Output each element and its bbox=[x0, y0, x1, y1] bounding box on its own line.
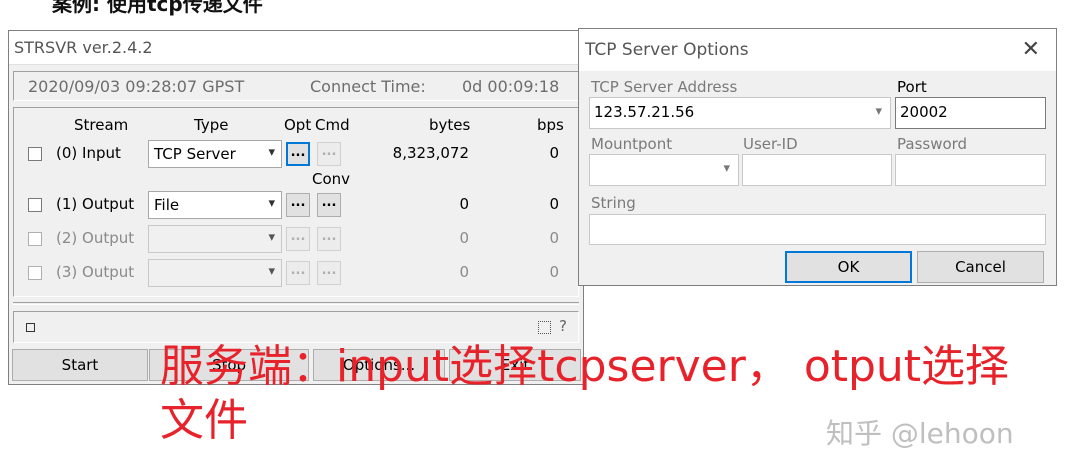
status-bar: 2020/09/03 09:28:07 GPST Connect Time: 0… bbox=[13, 71, 579, 101]
row2-bytes: 0 bbox=[459, 229, 469, 247]
panel-divider bbox=[13, 302, 579, 305]
string-label: String bbox=[591, 194, 636, 212]
row3-type-select[interactable]: ▾ bbox=[148, 259, 282, 287]
row0-type-select[interactable]: TCP Server ▾ bbox=[148, 140, 282, 168]
header-bytes: bytes bbox=[429, 116, 471, 134]
header-bps: bps bbox=[537, 116, 564, 134]
password-label: Password bbox=[897, 135, 968, 153]
close-icon[interactable]: ✕ bbox=[1022, 29, 1040, 71]
row2-checkbox[interactable] bbox=[28, 232, 42, 246]
strsvr-title: STRSVR ver.2.4.2 bbox=[9, 31, 583, 65]
help-icon[interactable]: ? bbox=[559, 317, 567, 335]
row2-type-select[interactable]: ▾ bbox=[148, 225, 282, 253]
row1-label: (1) Output bbox=[56, 195, 135, 213]
ok-button[interactable]: OK bbox=[785, 251, 912, 283]
row2-bps: 0 bbox=[549, 229, 559, 247]
row2-label: (2) Output bbox=[56, 229, 135, 247]
port-label: Port bbox=[897, 78, 927, 96]
row0-bps: 0 bbox=[549, 144, 559, 162]
header-opt: Opt bbox=[284, 116, 312, 134]
row2-opt-button[interactable]: ... bbox=[286, 227, 310, 251]
tcp-server-options-dialog: TCP Server Options ✕ TCP Server Address … bbox=[578, 28, 1057, 286]
message-panel: ? bbox=[13, 311, 579, 343]
row3-bps: 0 bbox=[549, 263, 559, 281]
row3-conv-button[interactable]: ... bbox=[317, 261, 341, 285]
row3-label: (3) Output bbox=[56, 263, 135, 281]
chevron-down-icon: ▾ bbox=[268, 264, 275, 279]
trace-window-icon[interactable] bbox=[538, 321, 551, 334]
chevron-down-icon: ▾ bbox=[268, 145, 275, 160]
row0-bytes: 8,323,072 bbox=[392, 144, 469, 162]
watermark: 知乎 @lehoon bbox=[826, 417, 1014, 450]
datetime-display: 2020/09/03 09:28:07 GPST bbox=[28, 77, 245, 96]
port-input[interactable]: 20002 bbox=[895, 97, 1046, 129]
row0-label: (0) Input bbox=[56, 144, 121, 162]
row0-type-value: TCP Server bbox=[154, 145, 236, 163]
cancel-button[interactable]: Cancel bbox=[917, 251, 1044, 283]
address-value: 123.57.21.56 bbox=[594, 103, 695, 121]
row1-type-select[interactable]: File ▾ bbox=[148, 191, 282, 219]
row3-bytes: 0 bbox=[459, 263, 469, 281]
row0-checkbox[interactable] bbox=[28, 147, 42, 161]
password-input[interactable] bbox=[895, 154, 1046, 186]
user-id-label: User-ID bbox=[743, 135, 798, 153]
row3-opt-button[interactable]: ... bbox=[286, 261, 310, 285]
tcp-dialog-title-bar: TCP Server Options ✕ bbox=[579, 29, 1056, 71]
user-id-input[interactable] bbox=[742, 154, 892, 186]
header-stream: Stream bbox=[74, 116, 129, 134]
row0-cmd-button[interactable]: ... bbox=[317, 142, 341, 166]
mountpoint-label: Mountpont bbox=[591, 135, 673, 153]
header-cmd: Cmd bbox=[315, 116, 350, 134]
header-type: Type bbox=[194, 116, 229, 134]
address-select[interactable]: 123.57.21.56 ▾ bbox=[589, 97, 891, 129]
row1-bytes: 0 bbox=[459, 195, 469, 213]
chevron-down-icon: ▾ bbox=[268, 230, 275, 245]
row1-conv-button[interactable]: ... bbox=[317, 193, 341, 217]
chevron-down-icon: ▾ bbox=[268, 196, 275, 211]
row2-conv-button[interactable]: ... bbox=[317, 227, 341, 251]
row1-type-value: File bbox=[154, 196, 180, 214]
string-input[interactable] bbox=[589, 214, 1046, 245]
row1-opt-button[interactable]: ... bbox=[286, 193, 310, 217]
stream-panel: Stream Type Opt Cmd bytes bps Conv (0) I… bbox=[13, 107, 579, 297]
strsvr-window: STRSVR ver.2.4.2 2020/09/03 09:28:07 GPS… bbox=[8, 30, 584, 385]
chevron-down-icon: ▾ bbox=[875, 104, 882, 119]
page-heading: 案例: 使用tcp传递文件 bbox=[52, 0, 263, 16]
header-conv: Conv bbox=[312, 170, 351, 188]
chevron-down-icon: ▾ bbox=[723, 161, 730, 176]
row1-checkbox[interactable] bbox=[28, 198, 42, 212]
row0-opt-button[interactable]: ... bbox=[286, 142, 310, 166]
mountpoint-select[interactable]: ▾ bbox=[589, 154, 739, 186]
row3-checkbox[interactable] bbox=[28, 266, 42, 280]
address-label: TCP Server Address bbox=[591, 78, 738, 96]
connect-time-value: 0d 00:09:18 bbox=[462, 77, 560, 96]
start-button[interactable]: Start bbox=[12, 349, 148, 381]
port-value: 20002 bbox=[900, 103, 948, 121]
indicator-square-icon bbox=[26, 323, 35, 332]
tcp-dialog-title: TCP Server Options bbox=[585, 40, 749, 60]
row1-bps: 0 bbox=[549, 195, 559, 213]
connect-time-label: Connect Time: bbox=[310, 77, 426, 96]
